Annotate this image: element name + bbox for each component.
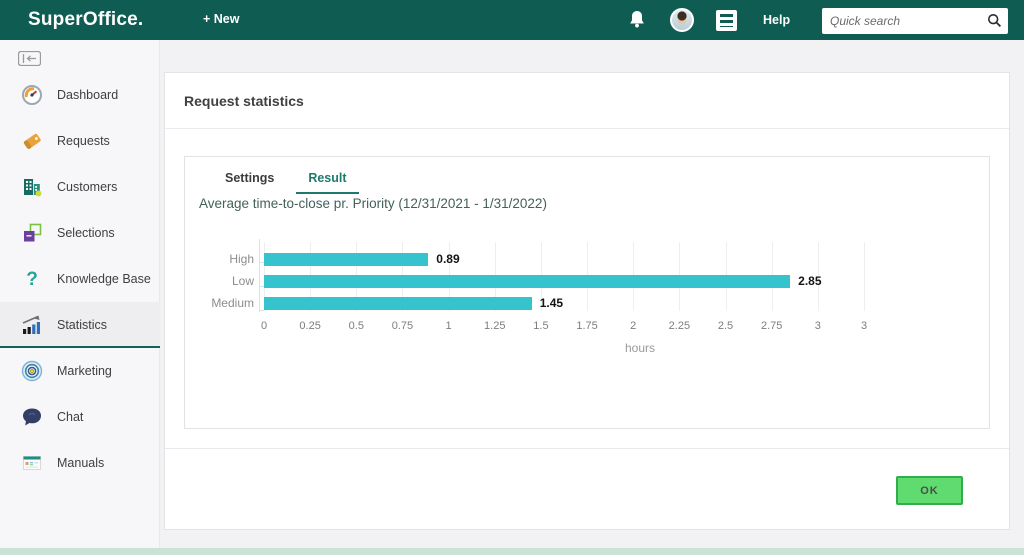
sidebar-item-label: Marketing	[57, 364, 112, 378]
sidebar-item-selections[interactable]: Selections	[0, 210, 160, 256]
gauge-icon	[20, 83, 44, 107]
sidebar-item-label: Customers	[57, 180, 118, 194]
bar-row-high: High 0.89	[229, 249, 864, 271]
x-tick-label: 1	[445, 320, 452, 332]
target-icon	[20, 359, 44, 383]
document-icon	[20, 451, 44, 475]
sidebar-item-dashboard[interactable]: Dashboard	[0, 72, 160, 118]
card-footer: OK	[165, 448, 1009, 530]
sidebar-item-customers[interactable]: Customers	[0, 164, 160, 210]
gridline	[864, 242, 865, 311]
sidebar-item-label: Dashboard	[57, 88, 119, 102]
x-tick-label: 0	[260, 320, 268, 332]
x-tick-label: 1.25	[484, 320, 506, 332]
sidebar-item-label: Manuals	[57, 456, 105, 470]
search-input[interactable]	[830, 12, 980, 30]
chart-x-axis-label: hours	[624, 341, 656, 355]
sidebar-item-chat[interactable]: Chat	[0, 394, 160, 440]
chart-plot: High 0.89 Low 2.85 Medium 1.45	[211, 239, 865, 315]
bar-high	[264, 253, 429, 266]
x-tick-label: 3	[814, 320, 821, 332]
page-title: Request statistics	[184, 92, 304, 109]
x-tick-label: 0.25	[299, 320, 321, 332]
statistics-tab-panel: Settings Result Average time-to-close pr…	[184, 156, 990, 429]
quick-search-box	[822, 8, 1008, 34]
app-logo[interactable]: SuperOffice.	[28, 9, 143, 31]
category-label: Low	[231, 274, 254, 288]
sidebar-item-manuals[interactable]: Manuals	[0, 440, 160, 486]
sidebar-item-requests[interactable]: Requests	[0, 118, 160, 164]
sidebar-item-label: Requests	[57, 134, 110, 148]
bar-value-label: 0.89	[436, 252, 460, 266]
tag-icon	[20, 129, 44, 153]
bottom-accent-strip	[0, 548, 1024, 555]
tab-result[interactable]: Result	[296, 171, 359, 194]
x-tick-label: 3	[860, 320, 868, 332]
speech-bubble-icon	[20, 405, 44, 429]
collapse-sidebar-icon[interactable]	[17, 50, 42, 69]
bar-value-label: 1.45	[539, 296, 564, 310]
selection-squares-icon	[20, 221, 44, 245]
x-tick-label: 2.75	[760, 320, 783, 332]
bar-value-label: 2.85	[798, 274, 822, 288]
x-tick-label: 1.75	[576, 320, 598, 332]
x-tick-label: 2	[630, 320, 637, 332]
ok-button[interactable]: OK	[896, 476, 963, 505]
app-root: SuperOffice. + New Help Quick search Das…	[0, 0, 1024, 555]
sidebar-item-label: Statistics	[57, 318, 108, 332]
sidebar-item-statistics[interactable]: Statistics	[0, 302, 160, 348]
category-label: High	[229, 252, 254, 266]
x-tick-label: 0.5	[348, 320, 364, 332]
category-label: Medium	[211, 296, 254, 310]
bar-low	[264, 275, 791, 288]
tab-bar: Settings Result	[225, 171, 359, 194]
chart-x-ticks: 0 0.25 0.5 0.75 1 1.25 1.5 1.75 2 2.25 2.5 2.75 3 3	[260, 320, 868, 334]
sidebar-item-label: Selections	[57, 226, 115, 240]
user-avatar[interactable]	[670, 8, 694, 32]
x-tick-label: 2.5	[717, 320, 734, 332]
sidebar-item-marketing[interactable]: Marketing	[0, 348, 160, 394]
x-tick-label: 1.5	[533, 320, 549, 332]
search-icon[interactable]	[987, 13, 1002, 33]
building-icon	[20, 175, 44, 199]
sidebar-item-label: Knowledge Base	[57, 272, 151, 286]
top-bar: SuperOffice. + New Help	[0, 0, 1024, 40]
help-button[interactable]: Help	[763, 13, 790, 27]
notifications-bell-icon[interactable]	[626, 10, 648, 32]
card-header: Request statistics	[165, 73, 1009, 129]
x-tick-label: 2.25	[668, 320, 691, 332]
x-tick-label: 0.75	[391, 320, 414, 332]
sidebar-menu: Dashboard Requests Customers Selections …	[0, 72, 160, 486]
new-button[interactable]: + New	[203, 12, 239, 26]
sidebar: Dashboard Requests Customers Selections …	[0, 40, 160, 548]
hamburger-menu-icon[interactable]	[716, 10, 737, 31]
bar-row-low: Low 2.85	[232, 271, 864, 293]
bar-medium	[264, 297, 532, 310]
tab-settings[interactable]: Settings	[225, 171, 274, 194]
bar-row-medium: Medium 1.45	[211, 293, 864, 315]
question-mark-icon: ?	[26, 268, 38, 290]
sidebar-item-knowledge-base[interactable]: ? Knowledge Base	[0, 256, 160, 302]
sidebar-item-label: Chat	[57, 410, 84, 424]
bar-chart-icon	[20, 313, 44, 337]
request-statistics-card: Request statistics Settings Result Avera…	[164, 72, 1010, 530]
chart-title: Average time-to-close pr. Priority (12/3…	[199, 196, 547, 211]
